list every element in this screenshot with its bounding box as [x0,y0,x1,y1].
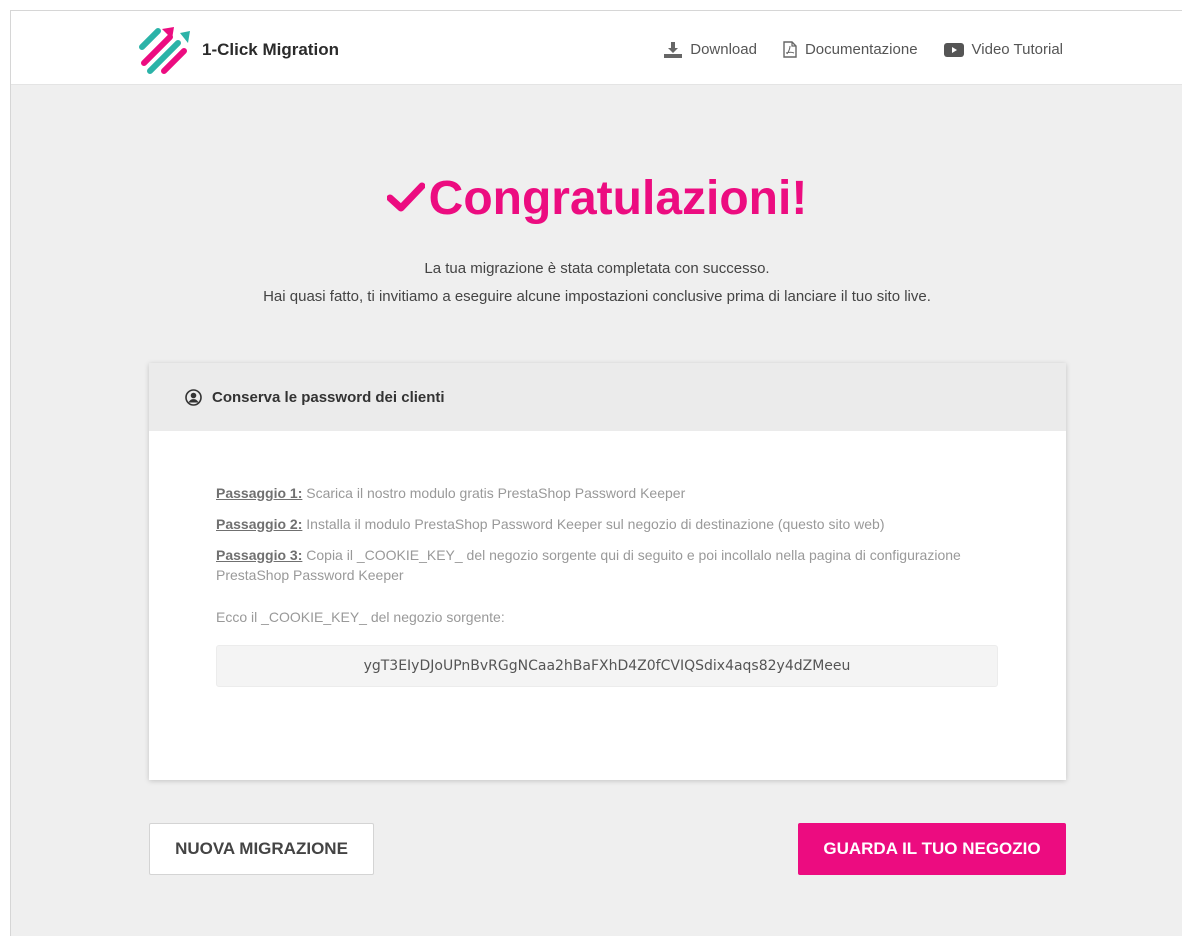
nav-video-label: Video Tutorial [971,41,1063,58]
step-2: Passaggio 2: Installa il modulo PrestaSh… [216,514,999,534]
card-body: Passaggio 1: Scarica il nostro modulo gr… [149,431,1066,687]
step-3-text: Copia il _COOKIE_KEY_ del negozio sorgen… [216,547,961,583]
step-3: Passaggio 3: Copia il _COOKIE_KEY_ del n… [216,545,999,585]
step-1-label[interactable]: Passaggio 1: [216,485,302,501]
step-2-text: Installa il modulo PrestaShop Password K… [302,516,885,532]
brand[interactable]: 1-Click Migration [136,25,339,75]
video-play-icon [943,42,964,57]
cookie-key-label: Ecco il _COOKIE_KEY_ del negozio sorgent… [216,609,505,625]
subtitle-line-2: Hai quasi fatto, ti invitiamo a eseguire… [263,288,931,305]
success-title-text: Congratulazioni! [428,172,808,225]
subtitle-line-1: La tua migrazione è stata completata con… [424,260,770,277]
success-title: Congratulazioni! [11,171,1182,227]
step-2-label[interactable]: Passaggio 2: [216,516,302,532]
checkmark-icon [386,182,425,212]
step-1-text: Scarica il nostro modulo gratis PrestaSh… [302,485,686,501]
password-keeper-card: Conserva le password dei clienti Passagg… [149,363,1066,780]
nav-download-label: Download [690,41,757,58]
nav-documentation-label: Documentazione [804,41,918,58]
nav-download[interactable]: Download [664,41,757,58]
top-bar: 1-Click Migration Download Documentazion… [11,11,1182,85]
card-header-title: Conserva le password dei clienti [212,388,445,406]
cookie-key-field[interactable]: ygT3EIyDJoUPnBvRGgNCaa2hBaFXhD4Z0fCVIQSd… [216,645,998,687]
card-header: Conserva le password dei clienti [149,363,1066,431]
step-3-label[interactable]: Passaggio 3: [216,547,302,563]
download-icon [664,41,683,58]
page-frame: 1-Click Migration Download Documentazion… [10,10,1182,936]
pdf-file-icon [783,41,797,58]
nav-documentation[interactable]: Documentazione [783,41,918,58]
user-circle-icon [185,388,202,406]
brand-name: 1-Click Migration [202,40,339,59]
nav-video-tutorial[interactable]: Video Tutorial [943,41,1063,58]
success-subtitle: La tua migrazione è stata completata con… [11,255,1182,311]
step-1: Passaggio 1: Scarica il nostro modulo gr… [216,483,999,503]
new-migration-button[interactable]: NUOVA MIGRAZIONE [149,823,374,875]
view-shop-button[interactable]: GUARDA IL TUO NEGOZIO [798,823,1066,875]
migration-arrows-logo-icon [139,27,190,74]
top-nav: Download Documentazione Video Tutorial [638,41,1063,58]
